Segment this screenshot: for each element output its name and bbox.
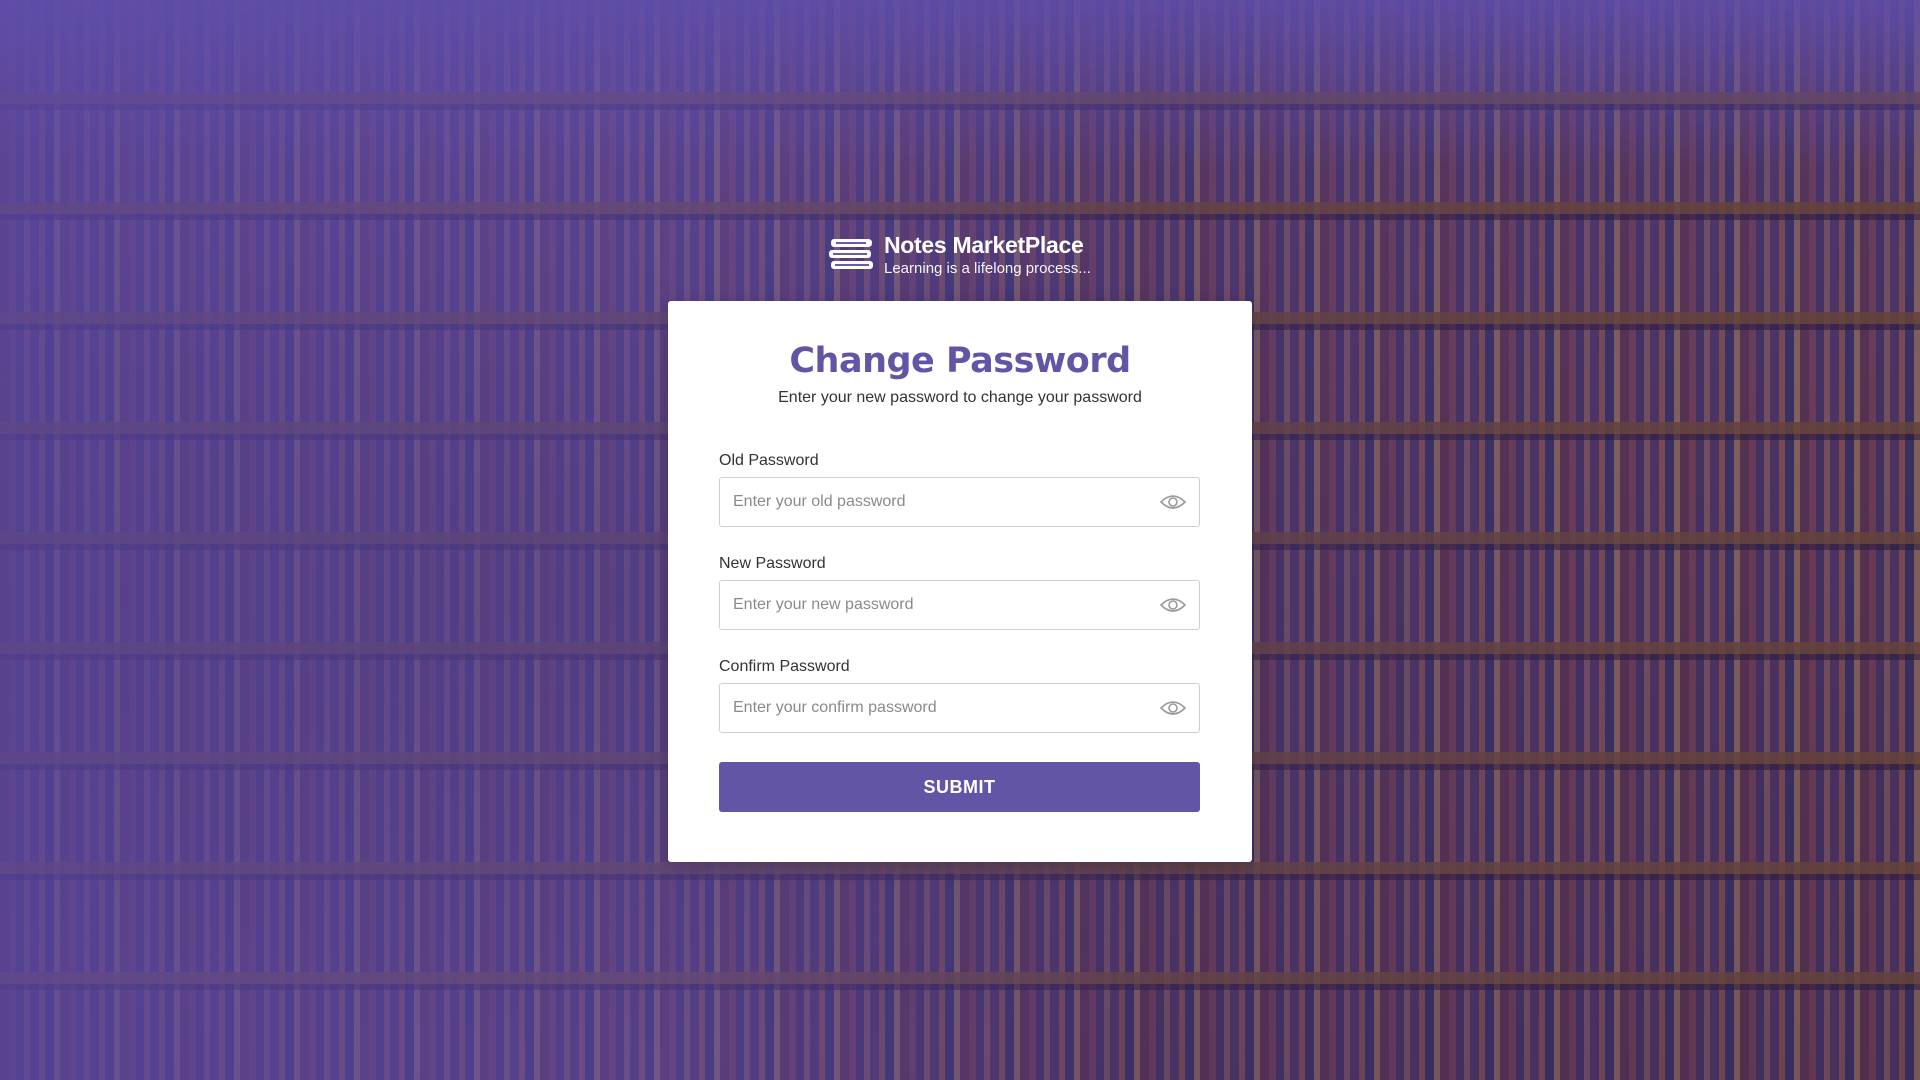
confirm-password-field: Confirm Password bbox=[719, 656, 1200, 733]
new-password-field: New Password bbox=[719, 553, 1200, 630]
old-password-label: Old Password bbox=[719, 452, 819, 469]
eye-icon[interactable] bbox=[1160, 699, 1186, 717]
confirm-password-input-wrapper bbox=[719, 683, 1200, 733]
new-password-input[interactable] bbox=[720, 581, 1140, 629]
brand-text: Notes MarketPlace Learning is a lifelong… bbox=[884, 232, 1091, 277]
confirm-password-label: Confirm Password bbox=[719, 658, 850, 675]
confirm-password-input[interactable] bbox=[720, 684, 1140, 732]
old-password-input-wrapper bbox=[719, 477, 1200, 527]
old-password-input[interactable] bbox=[720, 478, 1140, 526]
brand-tagline: Learning is a lifelong process... bbox=[884, 260, 1091, 277]
eye-icon[interactable] bbox=[1160, 493, 1186, 511]
books-stack-icon bbox=[829, 239, 873, 269]
page-title: Change Password bbox=[789, 341, 1131, 381]
submit-button[interactable]: SUBMIT bbox=[719, 762, 1200, 812]
brand[interactable]: Notes MarketPlace Learning is a lifelong… bbox=[828, 234, 1091, 276]
brand-name: Notes MarketPlace bbox=[884, 232, 1084, 258]
change-password-card: Change Password Enter your new password … bbox=[668, 301, 1252, 862]
old-password-field: Old Password bbox=[719, 450, 1200, 527]
new-password-input-wrapper bbox=[719, 580, 1200, 630]
new-password-label: New Password bbox=[719, 555, 826, 572]
background-ceiling bbox=[0, 0, 1920, 170]
page-subtitle: Enter your new password to change your p… bbox=[778, 389, 1142, 406]
eye-icon[interactable] bbox=[1160, 596, 1186, 614]
